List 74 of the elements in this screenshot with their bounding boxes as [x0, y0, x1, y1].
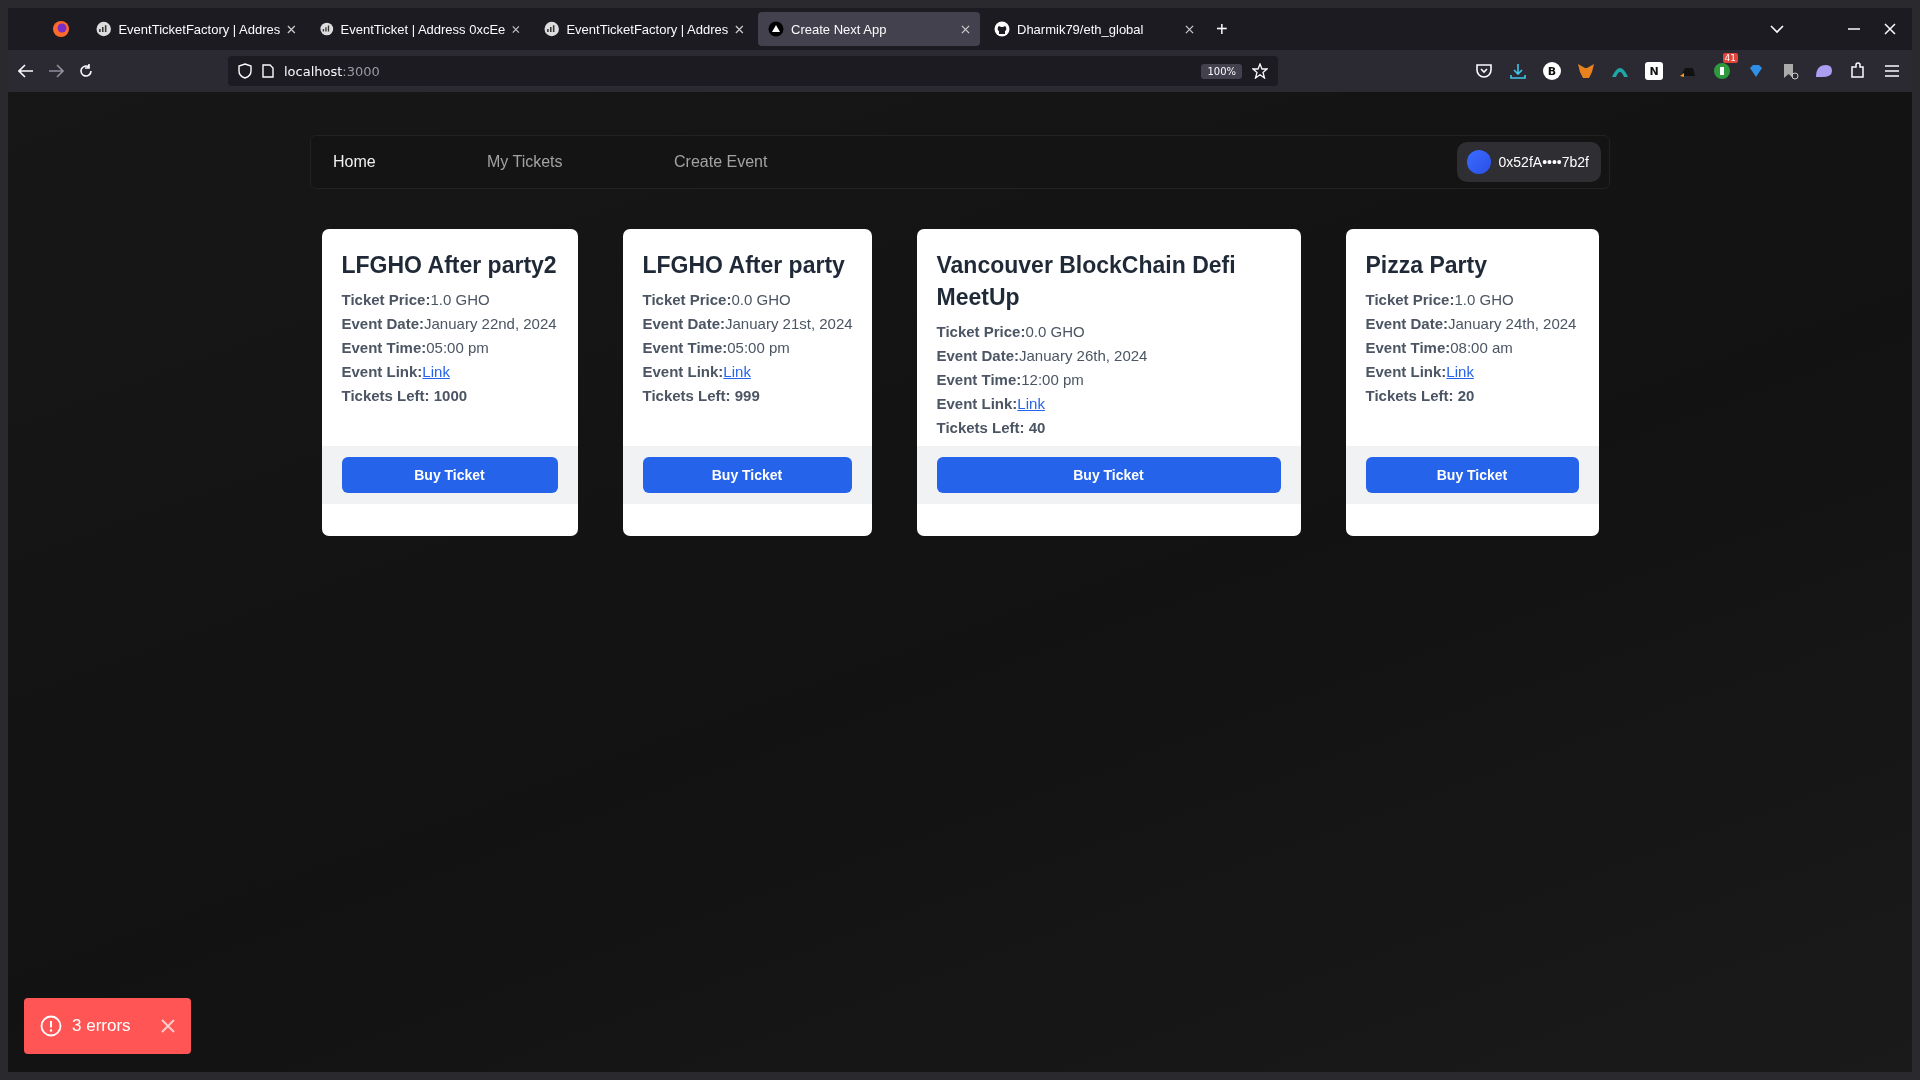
toast-text: 3 errors [72, 1016, 132, 1036]
back-icon[interactable] [18, 64, 34, 78]
close-icon[interactable] [287, 24, 296, 34]
close-icon[interactable] [1185, 24, 1194, 34]
event-link-label: Event Link: [936, 395, 1018, 412]
reload-icon[interactable] [78, 63, 94, 79]
event-detail: Event Time:05:00 pm [341, 338, 490, 357]
event-link[interactable]: Link [723, 363, 751, 380]
browser-tab[interactable]: EventTicket | Address 0xcEe [310, 12, 530, 46]
tickets-left: Tickets Left: 999 [642, 386, 761, 405]
page-icon [262, 64, 274, 78]
extensions-icon[interactable] [1849, 62, 1867, 80]
forward-icon[interactable] [48, 64, 64, 78]
chevron-down-icon[interactable] [1770, 24, 1784, 34]
nav-link[interactable]: My Tickets [487, 153, 674, 171]
event-detail: Ticket Price:0.0 GHO [936, 322, 1086, 341]
event-detail: Event Time:05:00 pm [642, 338, 791, 357]
buy-ticket-button[interactable]: Buy Ticket [1365, 457, 1579, 493]
close-icon[interactable] [735, 24, 744, 34]
browser-tab[interactable]: EventTicketFactory | Addres [534, 12, 754, 46]
event-title: Pizza Party [1365, 251, 1488, 280]
event-title: Vancouver BlockChain Defi MeetUp [936, 251, 1237, 312]
event-detail: Event Date:January 24th, 2024 [1365, 314, 1578, 333]
pocket-icon[interactable] [1475, 62, 1493, 80]
fox-icon[interactable] [1577, 62, 1595, 80]
alert-icon [40, 1015, 62, 1037]
event-link[interactable]: Link [422, 363, 450, 380]
notification-badge: 41 [1722, 53, 1738, 63]
chart-icon [96, 21, 112, 37]
event-detail: Event Time:08:00 am [1365, 338, 1514, 357]
close-icon[interactable] [961, 24, 970, 34]
menu-icon[interactable] [1883, 62, 1901, 80]
event-detail: Ticket Price:1.0 GHO [341, 290, 491, 309]
browser-tab[interactable]: EventTicketFactory | Addres [86, 12, 306, 46]
event-detail: Event Time:12:00 pm [936, 370, 1085, 389]
buy-ticket-button[interactable]: Buy Ticket [936, 457, 1281, 493]
wallet-button[interactable]: 0x52fA••••7b2f [1456, 142, 1601, 182]
event-detail: Event Date:January 22nd, 2024 [341, 314, 558, 333]
event-detail: Event Date:January 26th, 2024 [936, 346, 1149, 365]
browser-tab[interactable]: Create Next App [758, 12, 980, 46]
extension-icon[interactable] [1713, 62, 1731, 80]
close-icon[interactable] [512, 24, 520, 34]
event-link-label: Event Link: [1365, 363, 1447, 380]
zoom-level[interactable]: 100% [1201, 63, 1242, 79]
tickets-left: Tickets Left: 20 [1365, 386, 1476, 405]
tickets-left: Tickets Left: 40 [936, 418, 1047, 437]
bookmark-icon[interactable] [1781, 62, 1799, 80]
event-link-label: Event Link: [642, 363, 724, 380]
nav-link[interactable]: Home [333, 153, 487, 171]
extension-icon[interactable]: B [1543, 62, 1561, 80]
buy-ticket-button[interactable]: Buy Ticket [642, 457, 852, 493]
event-link-label: Event Link: [341, 363, 423, 380]
extension-icon[interactable]: N [1645, 62, 1663, 80]
tickets-left: Tickets Left: 1000 [341, 386, 469, 405]
chart-icon [544, 21, 560, 37]
browser-tab[interactable]: Dharmik79/eth_global [984, 12, 1204, 46]
chart-icon [320, 21, 334, 37]
firefox-icon[interactable] [52, 20, 70, 38]
download-icon[interactable] [1509, 62, 1527, 80]
event-title: LFGHO After party2 [341, 251, 558, 280]
star-icon[interactable] [1252, 63, 1268, 79]
event-detail: Ticket Price:0.0 GHO [642, 290, 792, 309]
event-link[interactable]: Link [1017, 395, 1045, 412]
new-tab-button[interactable]: + [1208, 17, 1236, 41]
event-link[interactable]: Link [1446, 363, 1474, 380]
shield-icon [238, 63, 252, 79]
event-title: LFGHO After party [642, 251, 846, 280]
buy-ticket-button[interactable]: Buy Ticket [341, 457, 558, 493]
address-bar[interactable]: localhost:3000 100% [228, 56, 1278, 86]
event-detail: Event Date:January 21st, 2024 [642, 314, 852, 333]
nav-link[interactable]: Create Event [674, 153, 874, 171]
url-text: localhost:3000 [284, 63, 380, 79]
event-detail: Ticket Price:1.0 GHO [1365, 290, 1515, 309]
avatar-icon [1466, 150, 1491, 174]
